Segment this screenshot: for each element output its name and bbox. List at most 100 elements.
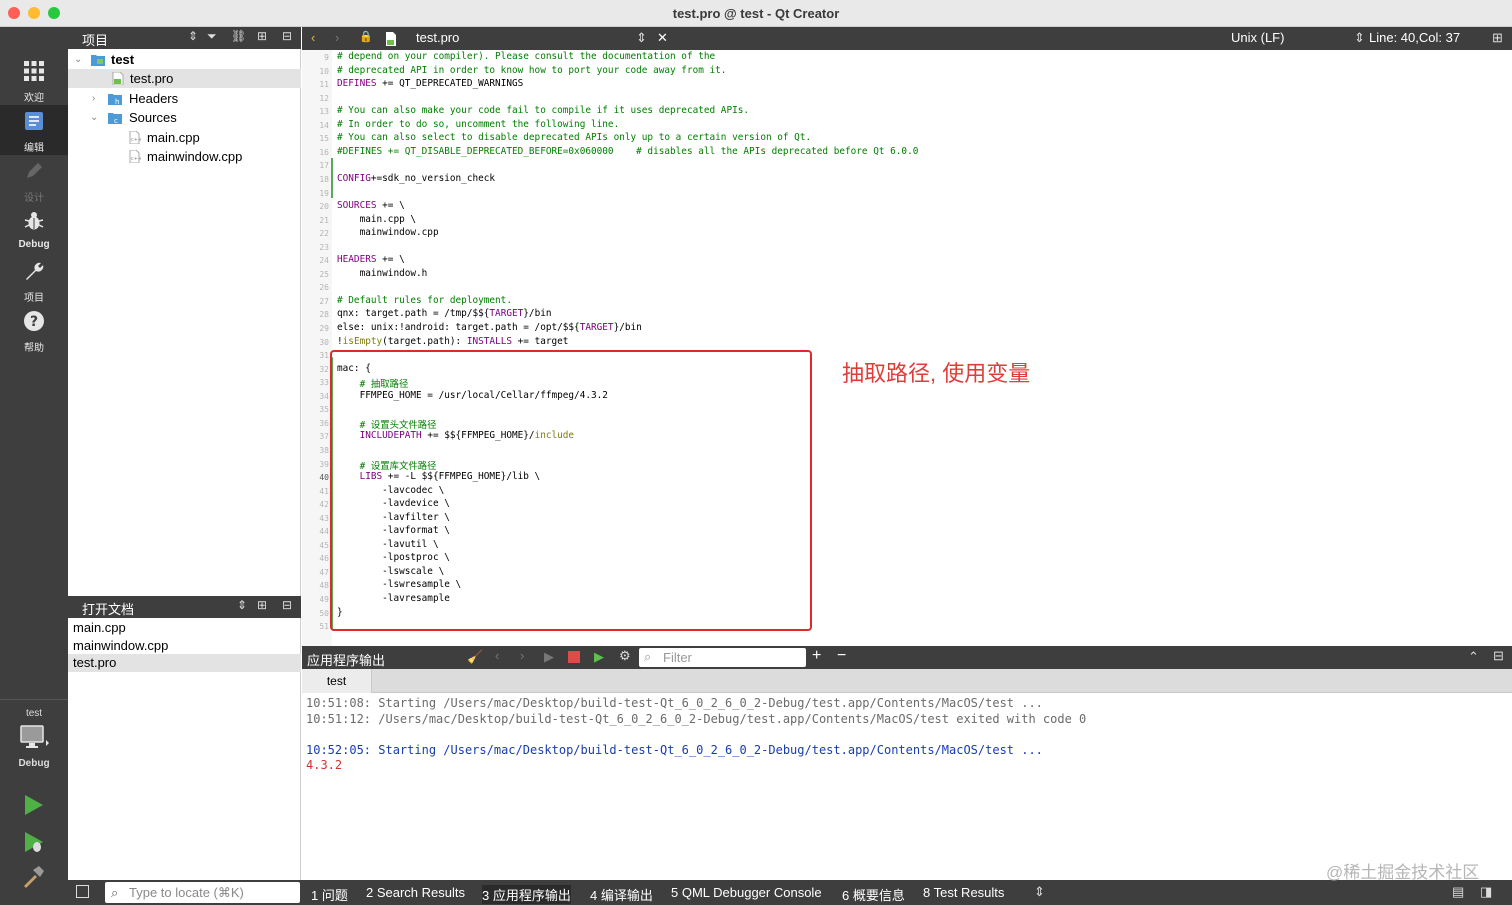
mode-label: Debug xyxy=(18,239,50,250)
monitor-icon[interactable] xyxy=(20,725,50,751)
settings-gear-icon[interactable]: ⚙ xyxy=(619,648,631,664)
project-tree: ⌄ test test.pro › h Headers ⌄ c Sources … xyxy=(68,49,301,596)
cursor-position[interactable]: Line: 40,Col: 37 xyxy=(1369,30,1460,45)
close-pane-icon[interactable]: ⊟ xyxy=(282,29,292,43)
mode-design[interactable]: 设计 xyxy=(0,155,68,205)
stop-icon[interactable] xyxy=(568,651,580,663)
code-token: += QT_DEPRECATED_WARNINGS xyxy=(376,78,524,90)
clean-icon[interactable]: 🧹 xyxy=(467,649,483,665)
line-ending-selector[interactable]: Unix (LF) xyxy=(1231,30,1284,45)
line-number: 18 xyxy=(319,174,329,184)
code-line: !isEmpty(target.path): INSTALLS += targe… xyxy=(337,336,568,347)
filter-icon[interactable]: ⏷ xyxy=(207,29,217,44)
line-number: 24 xyxy=(319,256,329,266)
status-tab[interactable]: 2 Search Results xyxy=(366,885,465,900)
line-number: 32 xyxy=(319,364,329,374)
open-document-item[interactable]: mainwindow.cpp xyxy=(68,637,301,655)
build-hammer-icon[interactable] xyxy=(22,865,46,889)
debug-run-icon[interactable] xyxy=(22,830,46,854)
view-selector-icon[interactable]: ⇕ xyxy=(237,598,247,612)
zoom-out-icon[interactable]: − xyxy=(837,647,846,665)
code-token: #DEFINES += QT_DISABLE_DEPRECATED_BEFORE… xyxy=(337,145,919,157)
wrench-icon xyxy=(26,262,44,280)
code-token: # In order to do so, uncomment the follo… xyxy=(337,118,620,130)
locator-input[interactable]: ⌕ Type to locate (⌘K) xyxy=(105,882,300,903)
line-number: 13 xyxy=(319,107,329,117)
status-bar: ⌕ Type to locate (⌘K) 1 问题 2 Search Resul… xyxy=(68,880,1512,905)
close-document-icon[interactable]: ✕ xyxy=(657,30,668,46)
close-pane-icon[interactable]: ⊟ xyxy=(1493,648,1504,664)
line-number: 34 xyxy=(319,391,329,401)
status-tab[interactable]: 6 概要信息 xyxy=(842,885,905,904)
forward-arrow-icon[interactable]: › xyxy=(335,30,339,45)
output-line: 10:51:08: Starting /Users/mac/Desktop/bu… xyxy=(306,696,1043,710)
open-document-item[interactable]: main.cpp xyxy=(68,619,301,637)
tab-selector-icon[interactable]: ⇕ xyxy=(1034,884,1045,900)
status-tab[interactable]: 3 应用程序输出 xyxy=(482,885,571,904)
line-number: 20 xyxy=(319,202,329,212)
code-line: main.cpp \ xyxy=(337,214,416,225)
attach-debugger-icon[interactable]: ▶ xyxy=(594,649,604,665)
view-selector-icon[interactable]: ⇕ xyxy=(188,29,198,43)
line-number: 31 xyxy=(319,351,329,361)
status-tab[interactable]: 8 Test Results xyxy=(923,885,1004,900)
line-number: 40 xyxy=(319,473,329,483)
line-number: 36 xyxy=(319,418,329,428)
tree-item-file[interactable]: test.pro xyxy=(68,69,301,88)
chevron-down-icon[interactable]: ⌄ xyxy=(90,108,98,127)
maximize-pane-icon[interactable]: ⌃ xyxy=(1468,649,1479,665)
mode-debug[interactable]: Debug xyxy=(0,205,68,255)
status-tab[interactable]: 4 编译输出 xyxy=(590,885,653,904)
output-filter-input[interactable]: ⌕ Filter xyxy=(639,648,806,667)
tree-item-project[interactable]: ⌄ test xyxy=(68,50,301,69)
toggle-sidebar-icon[interactable] xyxy=(76,885,89,898)
code-line: #DEFINES += QT_DISABLE_DEPRECATED_BEFORE… xyxy=(337,146,918,157)
output-tab-test[interactable]: test xyxy=(302,669,372,693)
tree-item-folder[interactable]: ⌄ c Sources xyxy=(68,108,301,127)
open-document-item[interactable]: test.pro xyxy=(68,654,301,672)
chevron-right-icon[interactable]: › xyxy=(92,89,95,108)
line-number: 17 xyxy=(319,161,329,171)
mode-welcome[interactable]: 欢迎 xyxy=(0,55,68,105)
output-line: 10:52:05: Starting /Users/mac/Desktop/bu… xyxy=(306,743,1043,757)
back-arrow-icon[interactable]: ‹ xyxy=(311,30,315,45)
mode-edit[interactable]: 编辑 xyxy=(0,105,68,155)
cpp-file-icon: c++ xyxy=(129,131,141,144)
run-icon[interactable] xyxy=(22,793,46,817)
code-line: # You can also select to disable depreca… xyxy=(337,132,811,143)
code-line: # You can also make your code fail to co… xyxy=(337,105,749,116)
split-icon[interactable]: ⊞ xyxy=(257,598,267,612)
toggle-right-sidebar-icon[interactable]: ◨ xyxy=(1480,884,1492,900)
mode-help[interactable]: ? 帮助 xyxy=(0,305,68,355)
line-number: 26 xyxy=(319,283,329,293)
next-icon[interactable]: › xyxy=(520,648,524,663)
tree-item-file[interactable]: c++ mainwindow.cpp xyxy=(68,147,301,166)
file-dropdown-icon[interactable]: ⇕ xyxy=(636,30,647,46)
code-line: HEADERS += \ xyxy=(337,254,405,265)
mode-projects[interactable]: 项目 xyxy=(0,255,68,305)
status-tab[interactable]: 5 QML Debugger Console xyxy=(671,885,822,900)
watermark: @稀土掘金技术社区 xyxy=(1326,863,1480,882)
zoom-in-icon[interactable]: + xyxy=(812,647,821,665)
rerun-icon[interactable]: ▶ xyxy=(544,649,554,665)
close-pane-icon[interactable]: ⊟ xyxy=(282,598,292,612)
code-line: CONFIG+=sdk_no_version_check xyxy=(337,173,495,184)
tree-item-file[interactable]: c++ main.cpp xyxy=(68,128,301,147)
progress-details-icon[interactable]: ▤ xyxy=(1452,884,1464,900)
code-token: # depend on your compiler). Please consu… xyxy=(337,51,716,62)
code-token: else: unix:!android: target.path = /opt/… xyxy=(337,322,580,333)
prev-icon[interactable]: ‹ xyxy=(495,648,499,663)
line-number: 9 xyxy=(324,53,329,62)
tree-item-folder[interactable]: › h Headers xyxy=(68,89,301,108)
code-token: += target xyxy=(512,335,569,347)
link-icon[interactable]: ⛓ xyxy=(231,29,246,43)
status-tab[interactable]: 1 问题 xyxy=(311,885,348,904)
lock-icon: 🔒 xyxy=(359,31,373,43)
chevron-down-icon[interactable]: ⌄ xyxy=(74,50,82,69)
current-file-selector[interactable]: test.pro xyxy=(416,30,459,45)
line-ending-dropdown-icon[interactable]: ⇕ xyxy=(1354,30,1365,46)
split-icon[interactable]: ⊞ xyxy=(257,29,267,43)
code-token: # You can also select to disable depreca… xyxy=(337,132,812,144)
split-editor-icon[interactable]: ⊞ xyxy=(1492,30,1503,46)
code-token: main.cpp \ xyxy=(337,213,417,225)
